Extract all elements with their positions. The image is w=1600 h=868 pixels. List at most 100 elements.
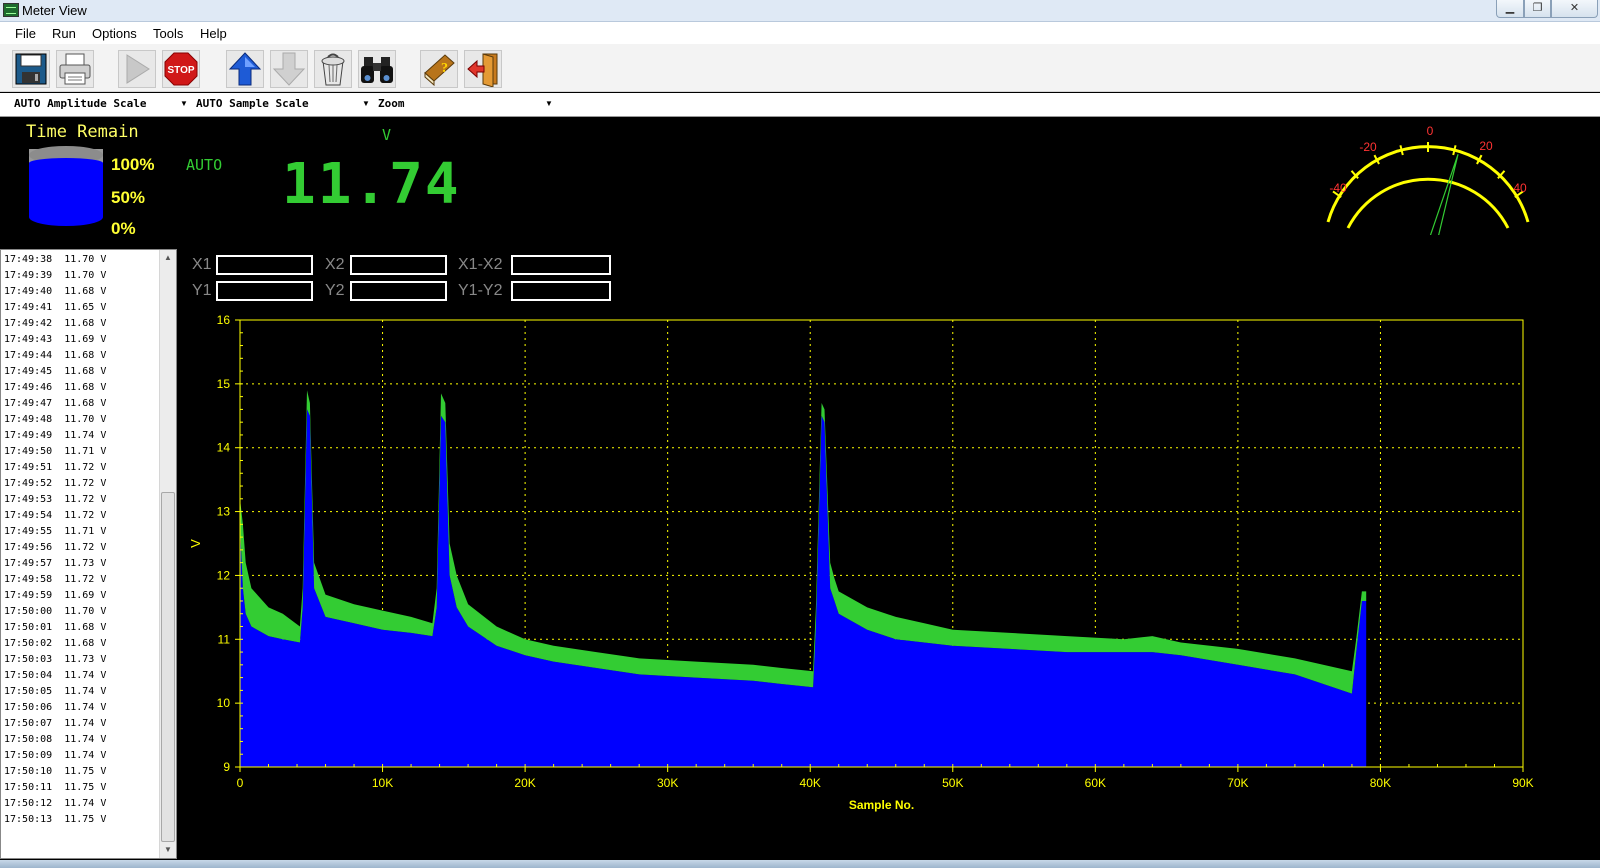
time-remain-label: Time Remain	[26, 122, 139, 142]
log-row[interactable]: 17:50:12 11.74 V	[4, 796, 159, 812]
log-row[interactable]: 17:49:59 11.69 V	[4, 588, 159, 604]
analog-gauge: -40 -20 0 20 40	[1326, 124, 1530, 235]
arrow-up-button[interactable]	[226, 50, 264, 88]
log-row[interactable]: 17:50:09 11.74 V	[4, 748, 159, 764]
svg-text:?: ?	[441, 61, 448, 76]
log-row[interactable]: 17:49:54 11.72 V	[4, 508, 159, 524]
log-row[interactable]: 17:50:06 11.74 V	[4, 700, 159, 716]
binoculars-button[interactable]	[358, 50, 396, 88]
log-row[interactable]: 17:50:01 11.68 V	[4, 620, 159, 636]
x-tick-label: 50K	[942, 776, 963, 790]
y2-value-field[interactable]	[350, 281, 447, 301]
scroll-up-arrow-icon[interactable]: ▲	[160, 250, 176, 266]
exit-button[interactable]	[464, 50, 502, 88]
y-tick-label: 15	[217, 377, 231, 391]
log-row[interactable]: 17:49:46 11.68 V	[4, 380, 159, 396]
menu-run[interactable]: Run	[52, 26, 76, 41]
percent-100-label: 100%	[111, 155, 155, 174]
log-row[interactable]: 17:49:44 11.68 V	[4, 348, 159, 364]
close-button[interactable]: ✕	[1551, 0, 1598, 18]
log-row[interactable]: 17:50:08 11.74 V	[4, 732, 159, 748]
y-tick-label: 10	[217, 696, 231, 710]
zoom-select[interactable]: Zoom	[378, 97, 405, 110]
log-row[interactable]: 17:50:00 11.70 V	[4, 604, 159, 620]
print-button[interactable]	[56, 50, 94, 88]
log-row[interactable]: 17:49:42 11.68 V	[4, 316, 159, 332]
menu-tools[interactable]: Tools	[153, 26, 183, 41]
x-tick-label: 90K	[1512, 776, 1533, 790]
menu-file[interactable]: File	[15, 26, 36, 41]
save-button[interactable]	[12, 50, 50, 88]
log-row[interactable]: 17:49:50 11.71 V	[4, 444, 159, 460]
amplitude-scale-select[interactable]: AUTO Amplitude Scale	[14, 97, 146, 110]
x1-value-field[interactable]	[216, 255, 313, 275]
amplitude-chevron-down-icon[interactable]: ▼	[180, 99, 188, 108]
log-row[interactable]: 17:50:11 11.75 V	[4, 780, 159, 796]
log-row[interactable]: 17:50:10 11.75 V	[4, 764, 159, 780]
help-book-button[interactable]: ?	[420, 50, 458, 88]
log-row[interactable]: 17:49:58 11.72 V	[4, 572, 159, 588]
save-icon	[15, 53, 47, 85]
y-tick-label: 11	[218, 632, 231, 646]
y-tick-label: 14	[217, 441, 231, 455]
x1-x2-value-field[interactable]	[511, 255, 611, 275]
log-row[interactable]: 17:50:02 11.68 V	[4, 636, 159, 652]
y-tick-label: 12	[217, 568, 231, 582]
x-tick-label: 0	[237, 776, 244, 790]
y1-y2-value-field[interactable]	[511, 281, 611, 301]
log-row[interactable]: 17:49:41 11.65 V	[4, 300, 159, 316]
log-row[interactable]: 17:49:43 11.69 V	[4, 332, 159, 348]
log-row[interactable]: 17:49:48 11.70 V	[4, 412, 159, 428]
scroll-thumb[interactable]	[161, 492, 175, 842]
log-scrollbar[interactable]: ▲ ▼	[159, 250, 176, 858]
sample-chevron-down-icon[interactable]: ▼	[362, 99, 370, 108]
y1-value-field[interactable]	[216, 281, 313, 301]
log-row[interactable]: 17:49:39 11.70 V	[4, 268, 159, 284]
gauge-needle	[1429, 154, 1459, 235]
gauge-label-neg20: -20	[1359, 140, 1377, 154]
x2-value-field[interactable]	[350, 255, 447, 275]
x1-x2-label: X1-X2	[458, 256, 503, 273]
gauge-inner-arc	[1346, 177, 1510, 229]
reading-log-list[interactable]: 17:49:38 11.70 V 17:49:39 11.70 V 17:49:40…	[0, 249, 177, 859]
log-row[interactable]: 17:49:38 11.70 V	[4, 252, 159, 268]
zoom-chevron-down-icon[interactable]: ▼	[545, 99, 553, 108]
y-tick-label: 16	[217, 313, 231, 327]
trash-button[interactable]	[314, 50, 352, 88]
title-bar: Meter View ▁ ❐ ✕	[0, 0, 1600, 22]
minimize-button[interactable]: ▁	[1496, 0, 1524, 18]
stop-button[interactable]: STOP	[162, 50, 200, 88]
log-row[interactable]: 17:50:05 11.74 V	[4, 684, 159, 700]
menu-options[interactable]: Options	[92, 26, 137, 41]
log-row[interactable]: 17:49:57 11.73 V	[4, 556, 159, 572]
log-row[interactable]: 17:49:40 11.68 V	[4, 284, 159, 300]
auto-range-label: AUTO	[186, 156, 223, 174]
x-tick-label: 20K	[514, 776, 535, 790]
log-row[interactable]: 17:49:56 11.72 V	[4, 540, 159, 556]
log-row[interactable]: 17:49:45 11.68 V	[4, 364, 159, 380]
x2-label: X2	[325, 256, 345, 273]
binoculars-icon	[361, 57, 393, 83]
arrow-down-button[interactable]	[270, 50, 308, 88]
log-row[interactable]: 17:49:52 11.72 V	[4, 476, 159, 492]
log-row[interactable]: 17:49:53 11.72 V	[4, 492, 159, 508]
log-row[interactable]: 17:50:07 11.74 V	[4, 716, 159, 732]
x-tick-label: 40K	[800, 776, 821, 790]
menu-bar: File Run Options Tools Help	[0, 22, 1600, 44]
log-row[interactable]: 17:49:49 11.74 V	[4, 428, 159, 444]
scale-combo-bar: AUTO Amplitude Scale ▼ AUTO Sample Scale…	[0, 93, 1600, 117]
scroll-down-arrow-icon[interactable]: ▼	[160, 842, 176, 858]
play-button[interactable]	[118, 50, 156, 88]
toolbar: STOP ?	[0, 44, 1600, 92]
log-row[interactable]: 17:50:13 11.75 V	[4, 812, 159, 828]
maximize-button[interactable]: ❐	[1524, 0, 1551, 18]
menu-help[interactable]: Help	[200, 26, 227, 41]
y-axis-label: V	[188, 539, 203, 548]
log-row[interactable]: 17:49:51 11.72 V	[4, 460, 159, 476]
log-row[interactable]: 17:50:04 11.74 V	[4, 668, 159, 684]
log-row[interactable]: 17:49:55 11.71 V	[4, 524, 159, 540]
voltage-chart[interactable]: 0 10K 20K 30K 40K 50K 60K 70K 80K 90K 9 10 11 12 13 14 1…	[180, 312, 1590, 834]
log-row[interactable]: 17:50:03 11.73 V	[4, 652, 159, 668]
sample-scale-select[interactable]: AUTO Sample Scale	[196, 97, 309, 110]
log-row[interactable]: 17:49:47 11.68 V	[4, 396, 159, 412]
